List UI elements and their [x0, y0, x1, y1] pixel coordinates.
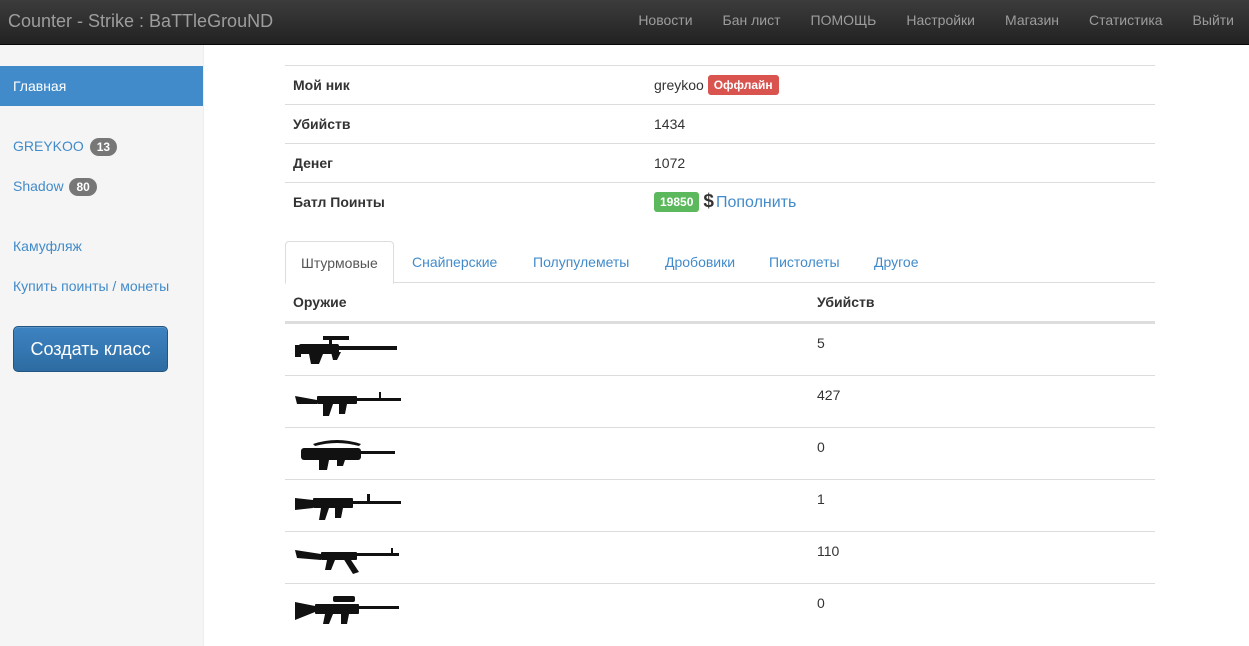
table-row: 1 — [285, 479, 1155, 531]
battle-points-label: Батл Поинты — [293, 194, 385, 210]
tab-sniper[interactable]: Снайперские — [397, 241, 512, 283]
weapon-kills: 1 — [817, 491, 825, 507]
nav-links: Новости Бан лист ПОМОЩЬ Настройки Магази… — [623, 0, 1249, 42]
nick-text: greykoo — [654, 77, 704, 93]
nick-label: Мой ник — [293, 77, 350, 93]
profile-table: Мой ник greykoo Оффлайн Убийств 1434 Ден… — [285, 65, 1155, 221]
sidebar: Главная GREYKOO 13 Shadow 80 Камуфляж Ку… — [0, 45, 204, 646]
sidebar-item-player[interactable]: GREYKOO 13 — [0, 126, 203, 166]
dollar-icon: $ — [703, 191, 714, 212]
table-row: 5 — [285, 323, 1155, 375]
tab-shotgun[interactable]: Дробовики — [650, 241, 750, 283]
brand-title[interactable]: Counter - Strike : BaTTleGrouND — [8, 0, 273, 42]
galil-rifle-icon — [295, 392, 401, 416]
status-badge: Оффлайн — [707, 75, 779, 95]
top-navbar: Counter - Strike : BaTTleGrouND Новости … — [0, 0, 1249, 45]
nav-logout[interactable]: Выйти — [1178, 0, 1249, 42]
table-row: Убийств 1434 — [285, 104, 1155, 143]
table-row: 0 — [285, 583, 1155, 635]
battle-points-value: 19850 $ Пополнить — [654, 183, 796, 222]
battle-points-badge: 19850 — [654, 192, 700, 212]
weapon-kills: 5 — [817, 335, 825, 351]
kills-value: 1434 — [654, 116, 686, 132]
weapon-kills: 0 — [817, 595, 825, 611]
weapon-kills: 0 — [817, 439, 825, 455]
table-row: 427 — [285, 375, 1155, 427]
sidebar-item-player[interactable]: Shadow 80 — [0, 166, 203, 206]
weapons-table: Оружие Убийств 5 427 0 1 110 0 — [285, 283, 1155, 635]
table-row: Мой ник greykoo Оффлайн — [285, 65, 1155, 104]
kills-label: Убийств — [293, 116, 351, 132]
sidebar-item-home[interactable]: Главная — [0, 66, 203, 106]
player-count-badge: 80 — [69, 178, 97, 197]
tab-smg[interactable]: Полупулеметы — [518, 241, 644, 283]
weapon-tabs: Штурмовые Снайперские Полупулеметы Дробо… — [285, 241, 1155, 284]
nick-value: greykoo Оффлайн — [654, 66, 779, 104]
weapon-column-header: Оружие — [293, 294, 347, 310]
create-class-button[interactable]: Создать класс — [13, 326, 168, 372]
sidebar-item-buy-points[interactable]: Купить поинты / монеты — [0, 266, 203, 306]
nav-shop[interactable]: Магазин — [990, 0, 1074, 42]
table-row: 110 — [285, 531, 1155, 583]
weapons-table-header: Оружие Убийств — [285, 283, 1155, 323]
sidebar-item-camo[interactable]: Камуфляж — [0, 226, 203, 266]
ak47-rifle-icon — [295, 548, 399, 574]
kills-column-header: Убийств — [817, 294, 875, 310]
nav-stats[interactable]: Статистика — [1074, 0, 1178, 42]
aug-rifle-icon — [295, 336, 397, 364]
weapon-kills: 427 — [817, 387, 841, 403]
money-value: 1072 — [654, 155, 686, 171]
nav-settings[interactable]: Настройки — [891, 0, 990, 42]
famas-rifle-icon — [301, 440, 395, 470]
table-row: Денег 1072 — [285, 143, 1155, 182]
weapon-kills: 110 — [817, 543, 840, 559]
tab-assault[interactable]: Штурмовые — [285, 241, 394, 284]
nav-help[interactable]: ПОМОЩЬ — [796, 0, 892, 42]
topup-link[interactable]: Пополнить — [716, 194, 796, 211]
nav-banlist[interactable]: Бан лист — [708, 0, 796, 42]
nav-news[interactable]: Новости — [623, 0, 707, 42]
table-row: 0 — [285, 427, 1155, 479]
tab-pistol[interactable]: Пистолеты — [754, 241, 855, 283]
table-row: Батл Поинты 19850 $ Пополнить — [285, 182, 1155, 221]
tab-other[interactable]: Другое — [859, 241, 933, 283]
player-name: Shadow — [13, 178, 64, 194]
sg552-rifle-icon — [295, 596, 399, 624]
money-label: Денег — [293, 155, 334, 171]
player-count-badge: 13 — [89, 138, 118, 157]
player-name: GREYKOO — [13, 138, 84, 154]
m4a1-rifle-icon — [295, 494, 401, 520]
